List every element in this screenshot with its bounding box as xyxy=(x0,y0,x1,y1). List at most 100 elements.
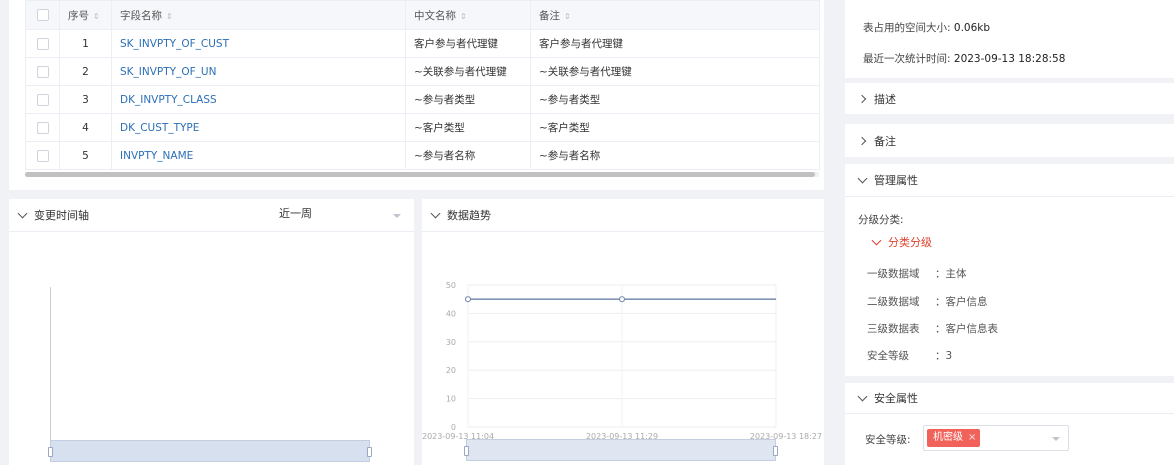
attr-value: ：客户信息表 xyxy=(935,323,998,335)
timeline-range-slider[interactable] xyxy=(48,440,372,462)
trend-title: 数据趋势 xyxy=(447,209,491,222)
trend-chart: 010203040502023-09-13 11:04 2023-09-13 11… xyxy=(422,281,822,441)
chevron-down-icon[interactable] xyxy=(857,173,868,183)
chevron-down-icon[interactable] xyxy=(871,235,882,245)
close-icon[interactable]: × xyxy=(968,429,976,447)
security-header[interactable]: 安全属性 xyxy=(845,383,1174,414)
row-checkbox[interactable] xyxy=(36,149,49,162)
caret-down-icon xyxy=(393,214,401,218)
data-point xyxy=(464,296,472,303)
scrollbar-thumb[interactable] xyxy=(25,172,815,177)
table-horizontal-scrollbar[interactable] xyxy=(25,172,819,177)
description-title: 描述 xyxy=(874,92,896,106)
security-attributes-section: 安全属性 xyxy=(845,383,1174,465)
right-info-column: 表占用的空间大小: 0.06kb 最近一次统计时间: 2023-09-13 18… xyxy=(845,0,1174,465)
field-name-link[interactable]: SK_INVPTY_OF_UN xyxy=(111,57,406,86)
table-row[interactable]: 5 INVPTY_NAME ~参与者名称 ~参与者名称 xyxy=(25,141,820,170)
row-chinese-name: ~关联参与者代理键 xyxy=(405,57,531,86)
chevron-down-icon[interactable] xyxy=(430,208,441,218)
row-note: ~参与者名称 xyxy=(530,141,820,170)
classification-group-header[interactable]: 分类分级 xyxy=(871,234,932,250)
row-note: ~客户类型 xyxy=(530,113,820,142)
security-tag-text: 机密级 xyxy=(933,432,963,443)
sort-icon[interactable]: ⇕ xyxy=(93,12,100,21)
security-level-tag: 机密级 × xyxy=(927,429,981,447)
field-table-panel: 序号 ⇕ 字段名称 ⇕ 中文名称 ⇕ 备注 ⇕ 1 SK_INVPTY_OF_CUST … xyxy=(9,0,824,190)
row-chinese-name: ~参与者名称 xyxy=(405,141,531,170)
field-name-link[interactable]: DK_INVPTY_CLASS xyxy=(111,85,406,114)
slider-handle-right[interactable] xyxy=(367,447,372,457)
row-no: 5 xyxy=(59,141,112,170)
trend-header[interactable]: 数据趋势 xyxy=(422,199,824,232)
row-note: ~参与者类型 xyxy=(530,85,820,114)
col-header-note[interactable]: 备注 ⇕ xyxy=(530,0,820,30)
row-no: 2 xyxy=(59,57,112,86)
row-no: 4 xyxy=(59,113,112,142)
field-table: 序号 ⇕ 字段名称 ⇕ 中文名称 ⇕ 备注 ⇕ 1 SK_INVPTY_OF_CUST … xyxy=(25,0,820,170)
chevron-right-icon[interactable] xyxy=(857,136,867,145)
slider-handle-left[interactable] xyxy=(48,447,53,457)
row-chinese-name: 客户参与者代理键 xyxy=(405,29,531,58)
attr-value: ：客户信息 xyxy=(935,296,988,308)
caret-down-icon xyxy=(1052,437,1060,441)
management-header[interactable]: 管理属性 xyxy=(845,164,1174,197)
security-title: 安全属性 xyxy=(874,392,918,405)
select-all-cell[interactable] xyxy=(25,0,60,30)
y-tick-label: 40 xyxy=(446,309,456,318)
period-select-value: 近一周 xyxy=(279,207,312,220)
sort-icon[interactable]: ⇕ xyxy=(564,12,571,21)
security-level-label: 安全等级: xyxy=(865,434,911,446)
description-section[interactable]: 描述 xyxy=(845,83,1174,114)
field-name-link[interactable]: SK_INVPTY_OF_CUST xyxy=(111,29,406,58)
chevron-down-icon[interactable] xyxy=(17,208,28,218)
table-row[interactable]: 3 DK_INVPTY_CLASS ~参与者类型 ~参与者类型 xyxy=(25,85,820,114)
table-row[interactable]: 1 SK_INVPTY_OF_CUST 客户参与者代理键 客户参与者代理键 xyxy=(25,29,820,58)
col-header-chinese-name[interactable]: 中文名称 ⇕ xyxy=(405,0,531,30)
timeline-axis xyxy=(50,287,51,441)
remark-section[interactable]: 备注 xyxy=(845,124,1174,157)
sort-icon[interactable]: ⇕ xyxy=(460,12,467,21)
y-tick-label: 0 xyxy=(451,423,456,432)
row-checkbox[interactable] xyxy=(36,93,49,106)
row-note: 客户参与者代理键 xyxy=(530,29,820,58)
table-header-row: 序号 ⇕ 字段名称 ⇕ 中文名称 ⇕ 备注 ⇕ xyxy=(25,0,820,30)
stat-time-label: 最近一次统计时间: xyxy=(863,53,951,65)
period-select[interactable]: 近一周 xyxy=(279,205,407,227)
chevron-down-icon[interactable] xyxy=(857,391,868,401)
row-chinese-name: ~客户类型 xyxy=(405,113,531,142)
attr-key: 二级数据域 xyxy=(867,296,920,308)
col-header-field-name[interactable]: 字段名称 ⇕ xyxy=(111,0,406,30)
data-point xyxy=(618,296,626,303)
y-tick-label: 50 xyxy=(446,281,456,290)
space-value: 0.06kb xyxy=(953,22,991,34)
attr-row: 二级数据域 ：客户信息 xyxy=(867,294,988,309)
attr-row: 一级数据域 ：主体 xyxy=(867,266,967,281)
trend-range-slider[interactable] xyxy=(464,439,778,461)
row-chinese-name: ~参与者类型 xyxy=(405,85,531,114)
row-checkbox[interactable] xyxy=(36,121,49,134)
slider-handle-right[interactable] xyxy=(773,446,778,456)
table-row[interactable]: 4 DK_CUST_TYPE ~客户类型 ~客户类型 xyxy=(25,113,820,142)
attr-key: 三级数据表 xyxy=(867,323,920,335)
slider-handle-left[interactable] xyxy=(464,446,469,456)
select-all-checkbox[interactable] xyxy=(36,9,49,21)
data-trend-panel: 数据趋势 0 10 20 30 40 50 2023-09-13 11:04 2023-09-… xyxy=(422,199,824,465)
sort-icon[interactable]: ⇕ xyxy=(166,12,173,21)
management-title: 管理属性 xyxy=(874,174,918,187)
chevron-right-icon[interactable] xyxy=(857,94,867,103)
change-timeline-panel: 变更时间轴 近一周 xyxy=(9,199,414,465)
row-checkbox[interactable] xyxy=(36,37,49,50)
attr-row: 安全等级 ：3 xyxy=(867,348,952,363)
attr-key: 安全等级 xyxy=(867,350,909,362)
table-row[interactable]: 2 SK_INVPTY_OF_UN ~关联参与者代理键 ~关联参与者代理键 xyxy=(25,57,820,86)
col-header-no[interactable]: 序号 ⇕ xyxy=(59,0,112,30)
field-name-link[interactable]: DK_CUST_TYPE xyxy=(111,113,406,142)
y-tick-label: 30 xyxy=(446,338,456,347)
y-tick-label: 20 xyxy=(446,366,456,375)
row-no: 1 xyxy=(59,29,112,58)
classification-label: 分级分类: xyxy=(858,214,904,226)
row-checkbox[interactable] xyxy=(36,65,49,78)
security-level-select[interactable]: 机密级 × xyxy=(923,425,1069,451)
field-name-link[interactable]: INVPTY_NAME xyxy=(111,141,406,170)
y-tick-label: 10 xyxy=(446,395,456,404)
